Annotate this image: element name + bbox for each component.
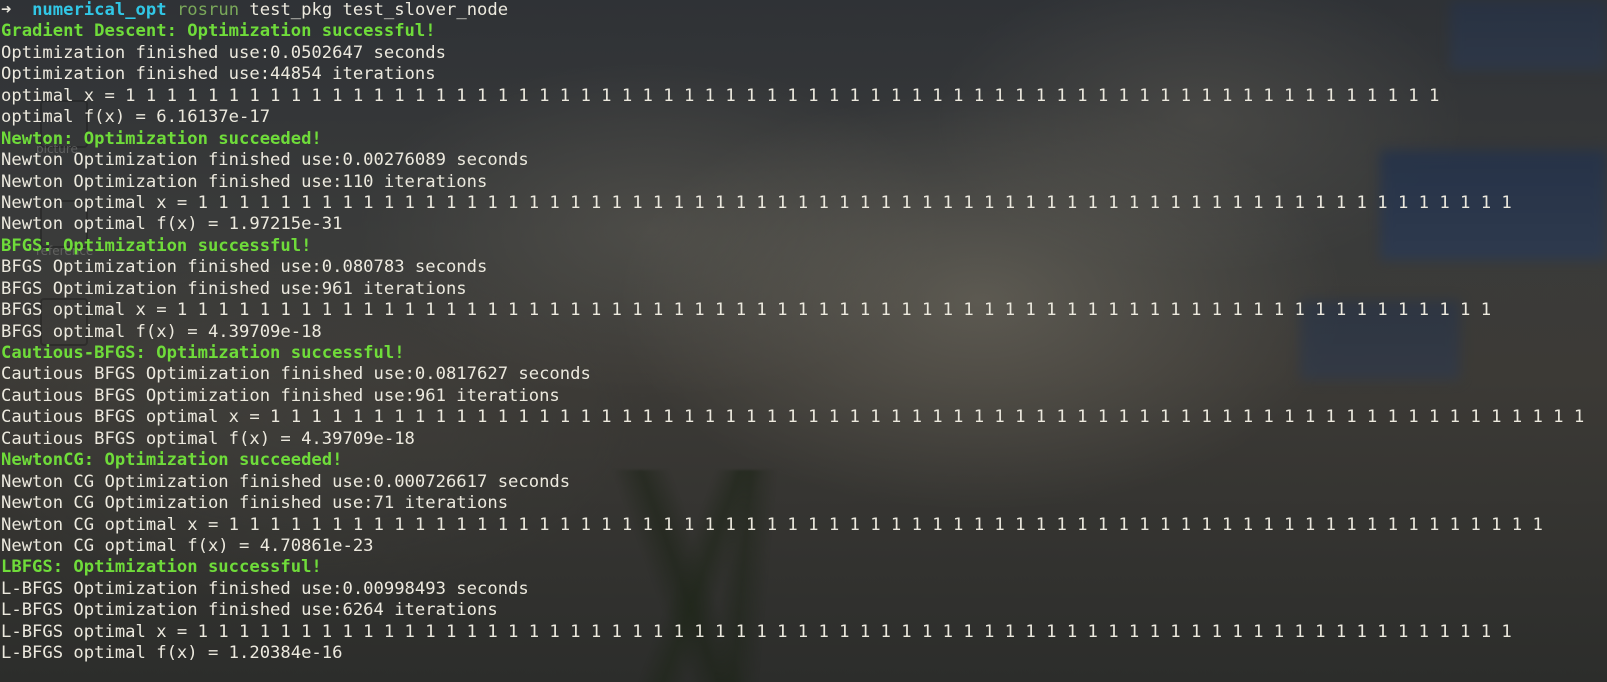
output-line: Newton optimal f(x) = 1.97215e-31 bbox=[1, 214, 343, 235]
solver-status-line: Cautious-BFGS: Optimization successful! bbox=[1, 343, 405, 363]
output-line: Cautious BFGS Optimization finished use:… bbox=[1, 364, 591, 385]
output-line: L-BFGS optimal f(x) = 1.20384e-16 bbox=[1, 643, 343, 664]
terminal-output[interactable]: ➜ numerical_opt rosrun test_pkg test_slo… bbox=[1, 0, 1605, 665]
output-line: Newton CG optimal x = 1 1 1 1 1 1 1 1 1 … bbox=[1, 514, 1543, 535]
output-line: L-BFGS optimal x = 1 1 1 1 1 1 1 1 1 1 1… bbox=[1, 621, 1512, 642]
output-line: L-BFGS Optimization finished use:6264 it… bbox=[1, 600, 498, 621]
solver-status-line: BFGS: Optimization successful! bbox=[1, 235, 312, 256]
prompt-arguments: test_pkg test_slover_node bbox=[249, 0, 509, 20]
output-line: optimal x = 1 1 1 1 1 1 1 1 1 1 1 1 1 1 … bbox=[1, 85, 1440, 106]
output-line: Cautious BFGS optimal f(x) = 4.39709e-18 bbox=[1, 428, 415, 449]
output-line: Newton Optimization finished use:110 ite… bbox=[1, 171, 488, 192]
output-line: Newton CG optimal f(x) = 4.70861e-23 bbox=[1, 535, 374, 556]
output-lines: Gradient Descent: Optimization successfu… bbox=[1, 21, 1605, 664]
output-line: Optimization finished use:0.0502647 seco… bbox=[1, 42, 446, 63]
prompt-directory: numerical_opt bbox=[32, 0, 167, 20]
output-line: L-BFGS Optimization finished use:0.00998… bbox=[1, 578, 529, 599]
output-line: Cautious BFGS Optimization finished use:… bbox=[1, 385, 560, 406]
prompt-arrow-icon: ➜ bbox=[1, 0, 12, 20]
shell-prompt-line: ➜ numerical_opt rosrun test_pkg test_slo… bbox=[1, 0, 1605, 21]
output-line: Newton optimal x = 1 1 1 1 1 1 1 1 1 1 1… bbox=[1, 192, 1512, 213]
output-line: Newton CG Optimization finished use:0.00… bbox=[1, 471, 571, 492]
solver-status-line: Newton: Optimization succeeded! bbox=[1, 128, 322, 149]
output-line: BFGS optimal f(x) = 4.39709e-18 bbox=[1, 321, 322, 342]
output-line: BFGS optimal x = 1 1 1 1 1 1 1 1 1 1 1 1… bbox=[1, 300, 1492, 321]
output-line: optimal f(x) = 6.16137e-17 bbox=[1, 107, 271, 128]
output-line: Optimization finished use:44854 iteratio… bbox=[1, 64, 436, 85]
output-line: Newton CG Optimization finished use:71 i… bbox=[1, 493, 509, 514]
output-line: Cautious BFGS optimal x = 1 1 1 1 1 1 1 … bbox=[1, 407, 1585, 428]
solver-status-line: LBFGS: Optimization successful! bbox=[1, 557, 322, 578]
solver-status-line: Gradient Descent: Optimization successfu… bbox=[1, 21, 436, 42]
output-line: Newton Optimization finished use:0.00276… bbox=[1, 150, 529, 171]
output-line: BFGS Optimization finished use:961 itera… bbox=[1, 278, 467, 299]
output-line: BFGS Optimization finished use:0.080783 … bbox=[1, 257, 488, 278]
prompt-command: rosrun bbox=[176, 0, 240, 20]
solver-status-line: NewtonCG: Optimization succeeded! bbox=[1, 450, 343, 471]
